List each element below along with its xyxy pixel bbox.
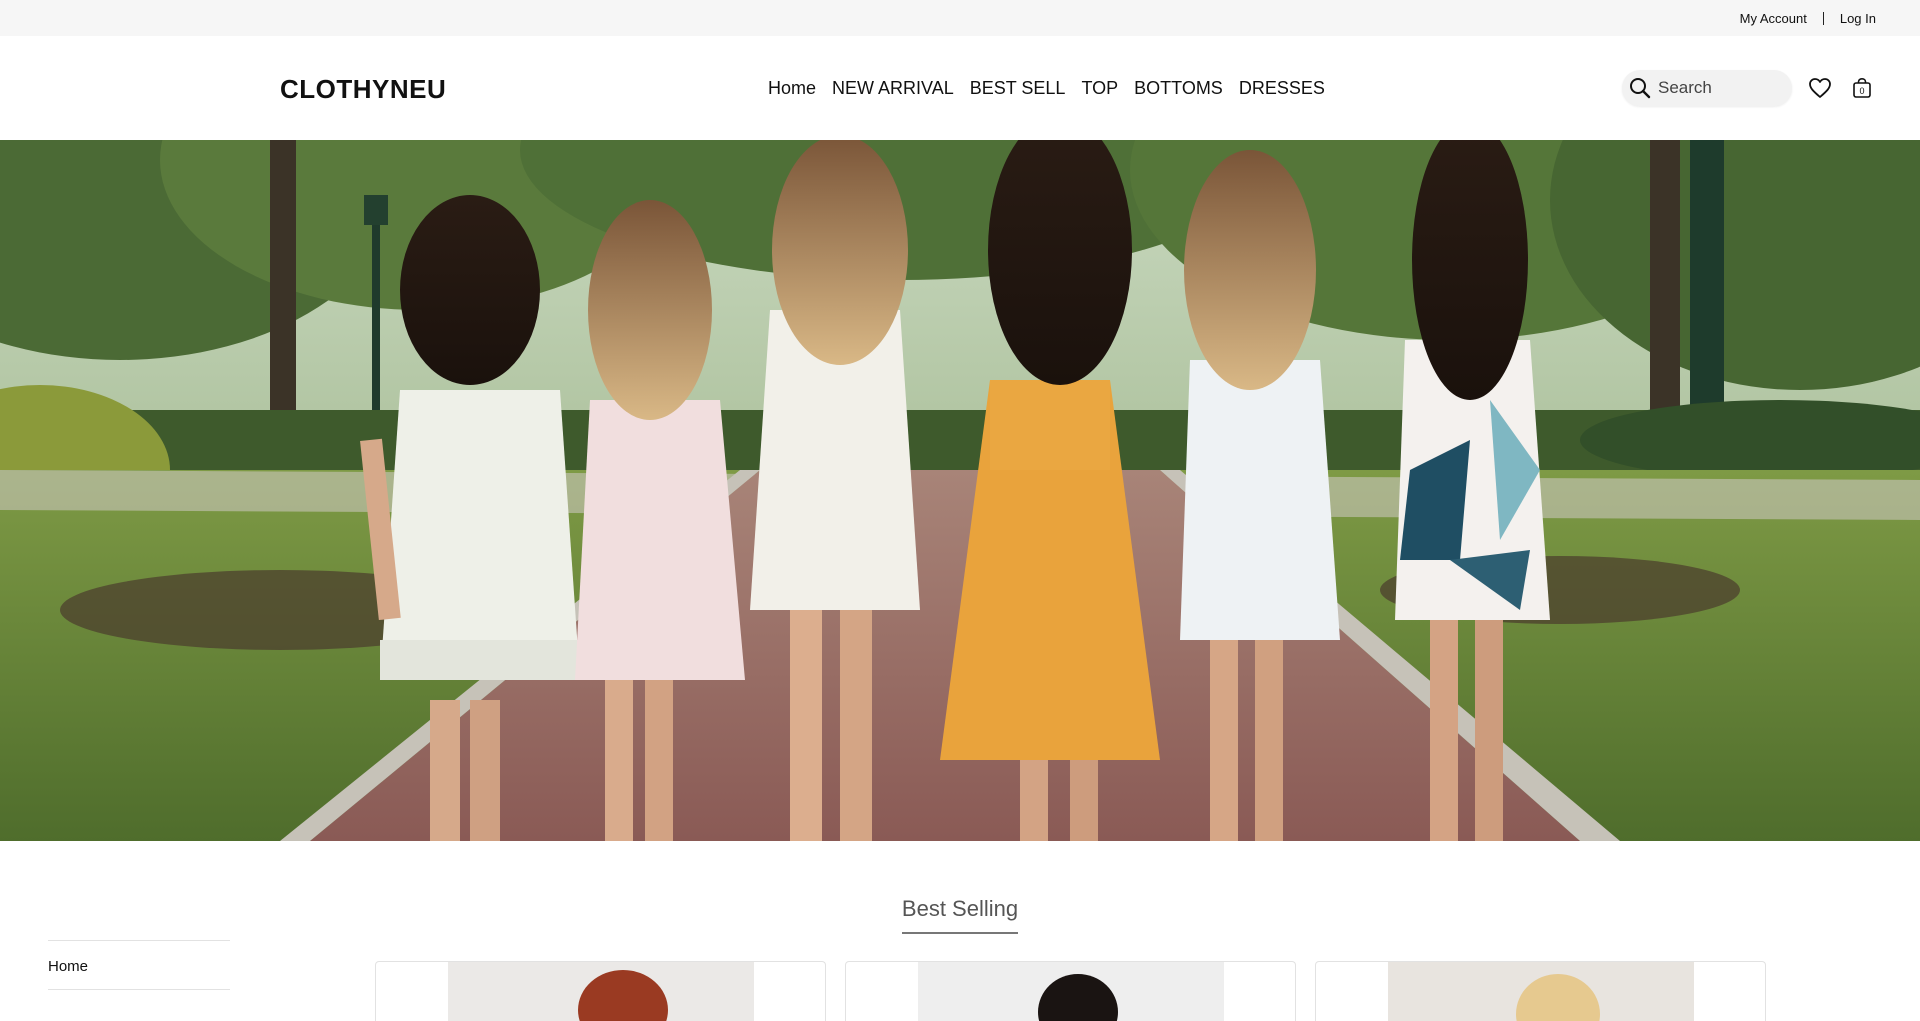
site-logo[interactable]: CLOTHYNEU xyxy=(280,74,446,105)
hero-banner[interactable] xyxy=(0,140,1920,841)
search-icon[interactable] xyxy=(1627,75,1653,101)
product-image[interactable] xyxy=(1388,962,1694,1021)
shopping-bag-icon[interactable]: 0 xyxy=(1848,74,1876,102)
top-utility-bar: My Account Log In xyxy=(0,0,1920,36)
best-selling-heading: Best Selling xyxy=(0,896,1920,934)
product-card[interactable] xyxy=(1315,961,1766,1021)
main-nav: Home NEW ARRIVAL BEST SELL TOP BOTTOMS D… xyxy=(768,78,1325,99)
product-image[interactable] xyxy=(918,962,1224,1021)
best-selling-title: Best Selling xyxy=(901,896,1019,934)
product-card[interactable] xyxy=(845,961,1296,1021)
product-image[interactable] xyxy=(448,962,754,1021)
sidebar: Home xyxy=(48,940,230,990)
nav-top[interactable]: TOP xyxy=(1081,78,1118,99)
cart-count: 0 xyxy=(1859,86,1864,96)
nav-best-sell[interactable]: BEST SELL xyxy=(970,78,1066,99)
nav-new-arrival[interactable]: NEW ARRIVAL xyxy=(832,78,954,99)
divider xyxy=(1822,11,1824,25)
my-account-link[interactable]: My Account xyxy=(1740,11,1807,26)
sidebar-item-home[interactable]: Home xyxy=(48,941,230,989)
nav-home[interactable]: Home xyxy=(768,78,816,99)
product-card[interactable] xyxy=(375,961,826,1021)
search-input[interactable] xyxy=(1658,78,1778,98)
hero-image xyxy=(0,140,1920,841)
nav-dresses[interactable]: DRESSES xyxy=(1239,78,1325,99)
account-links: My Account Log In xyxy=(1740,0,1876,36)
search-box[interactable] xyxy=(1622,70,1792,106)
log-in-link[interactable]: Log In xyxy=(1840,11,1876,26)
heart-icon[interactable] xyxy=(1806,74,1834,102)
nav-bottoms[interactable]: BOTTOMS xyxy=(1134,78,1223,99)
site-header: CLOTHYNEU Home NEW ARRIVAL BEST SELL TOP… xyxy=(0,36,1920,140)
sidebar-divider xyxy=(48,989,230,990)
product-grid xyxy=(375,961,1766,1021)
